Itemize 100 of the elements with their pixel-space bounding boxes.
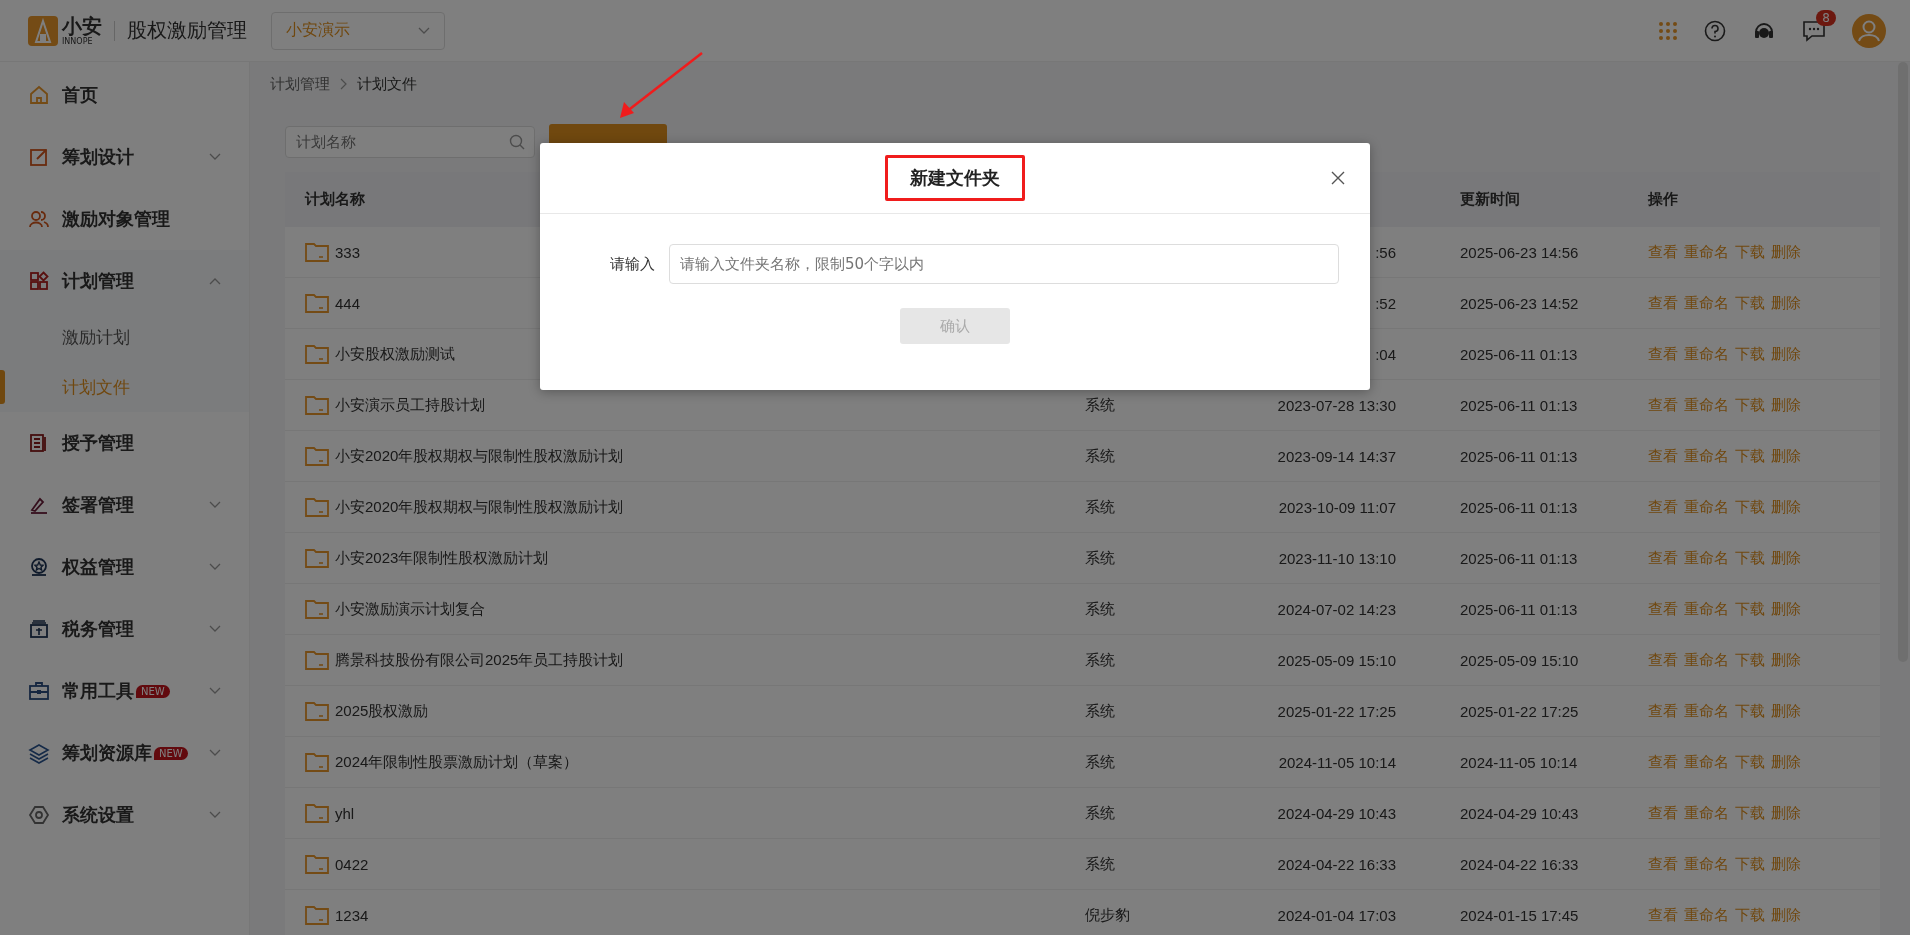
action-link[interactable]: 下载	[1735, 854, 1765, 874]
folder-icon	[305, 701, 329, 721]
breadcrumb-item[interactable]: 计划管理	[270, 74, 330, 94]
sidebar-item[interactable]: 签署管理	[0, 474, 249, 536]
sidebar-icon	[28, 742, 50, 764]
creator-cell: 系统	[1085, 395, 1115, 413]
action-link[interactable]: 重命名	[1684, 446, 1729, 466]
action-link[interactable]: 下载	[1735, 446, 1765, 466]
action-link[interactable]: 删除	[1771, 548, 1801, 568]
action-link[interactable]: 重命名	[1684, 599, 1729, 619]
action-link[interactable]: 查看	[1648, 242, 1678, 262]
sidebar-item[interactable]: 计划管理	[0, 250, 249, 312]
search-field[interactable]: 计划名称	[285, 126, 535, 158]
action-link[interactable]: 重命名	[1684, 497, 1729, 517]
action-link[interactable]: 重命名	[1684, 242, 1729, 262]
action-link[interactable]: 删除	[1771, 395, 1801, 415]
creator-cell: 系统	[1085, 650, 1115, 668]
action-link[interactable]: 删除	[1771, 344, 1801, 364]
action-link[interactable]: 删除	[1771, 905, 1801, 925]
folder-icon	[305, 446, 329, 466]
sidebar-item[interactable]: 首页	[0, 64, 249, 126]
action-link[interactable]: 查看	[1648, 650, 1678, 670]
action-link[interactable]: 删除	[1771, 854, 1801, 874]
action-link[interactable]: 重命名	[1684, 395, 1729, 415]
sidebar-item[interactable]: 税务管理	[0, 598, 249, 660]
action-link[interactable]: 查看	[1648, 446, 1678, 466]
creator-cell: 系统	[1085, 548, 1115, 566]
action-link[interactable]: 下载	[1735, 395, 1765, 415]
action-link[interactable]: 查看	[1648, 803, 1678, 823]
sidebar-item[interactable]: 常用工具 NEW	[0, 660, 249, 722]
sidebar-item[interactable]: 权益管理	[0, 536, 249, 598]
breadcrumb-item: 计划文件	[357, 74, 417, 94]
sidebar-item[interactable]: 筹划设计	[0, 126, 249, 188]
action-link[interactable]: 删除	[1771, 701, 1801, 721]
sidebar-icon	[28, 804, 50, 826]
action-link[interactable]: 查看	[1648, 497, 1678, 517]
action-link[interactable]: 下载	[1735, 650, 1765, 670]
action-link[interactable]: 下载	[1735, 752, 1765, 772]
action-link[interactable]: 重命名	[1684, 548, 1729, 568]
created-time: :52	[1375, 294, 1396, 312]
help-icon[interactable]	[1704, 19, 1726, 42]
action-link[interactable]: 重命名	[1684, 701, 1729, 721]
creator-cell: 系统	[1085, 803, 1115, 821]
action-link[interactable]: 下载	[1735, 497, 1765, 517]
action-link[interactable]: 删除	[1771, 446, 1801, 466]
folder-name-field[interactable]: 请输入文件夹名称，限制50个字以内	[669, 244, 1339, 284]
action-link[interactable]: 查看	[1648, 905, 1678, 925]
action-link[interactable]: 删除	[1771, 242, 1801, 262]
created-time: :04	[1375, 345, 1396, 363]
action-link[interactable]: 重命名	[1684, 293, 1729, 313]
action-link[interactable]: 下载	[1735, 548, 1765, 568]
folder-icon	[305, 548, 329, 568]
action-link[interactable]: 重命名	[1684, 650, 1729, 670]
updated-time: 2025-06-11 01:13	[1460, 345, 1578, 363]
action-link[interactable]: 下载	[1735, 344, 1765, 364]
action-link[interactable]: 删除	[1771, 599, 1801, 619]
action-link[interactable]: 删除	[1771, 650, 1801, 670]
action-link[interactable]: 查看	[1648, 548, 1678, 568]
notification-badge: 8	[1816, 9, 1836, 26]
sidebar-icon	[28, 146, 50, 168]
action-link[interactable]: 删除	[1771, 293, 1801, 313]
action-link[interactable]: 查看	[1648, 752, 1678, 772]
updated-time: 2025-06-11 01:13	[1460, 498, 1578, 516]
action-link[interactable]: 查看	[1648, 293, 1678, 313]
action-link[interactable]: 下载	[1735, 242, 1765, 262]
action-link[interactable]: 重命名	[1684, 803, 1729, 823]
action-link[interactable]: 查看	[1648, 599, 1678, 619]
action-link[interactable]: 查看	[1648, 854, 1678, 874]
action-link[interactable]: 删除	[1771, 497, 1801, 517]
action-link[interactable]: 重命名	[1684, 344, 1729, 364]
action-link[interactable]: 下载	[1735, 803, 1765, 823]
action-link[interactable]: 查看	[1648, 395, 1678, 415]
sidebar-subitem[interactable]: 激励计划	[0, 312, 249, 362]
sidebar-item[interactable]: 授予管理	[0, 412, 249, 474]
action-link[interactable]: 删除	[1771, 752, 1801, 772]
action-link[interactable]: 重命名	[1684, 854, 1729, 874]
logo-text: 小安	[62, 15, 102, 36]
action-link[interactable]: 下载	[1735, 599, 1765, 619]
sidebar-item[interactable]: 系统设置	[0, 784, 249, 846]
created-time: 2023-10-09 11:07	[1278, 498, 1396, 516]
action-link[interactable]: 重命名	[1684, 905, 1729, 925]
action-link[interactable]: 下载	[1735, 701, 1765, 721]
action-link[interactable]: 查看	[1648, 344, 1678, 364]
company-select[interactable]: 小安演示	[271, 11, 445, 50]
dialog-title: 新建文件夹	[885, 155, 1025, 201]
action-link[interactable]: 重命名	[1684, 752, 1729, 772]
created-time: 2023-11-10 13:10	[1278, 549, 1396, 567]
updated-time: 2025-06-11 01:13	[1460, 600, 1578, 618]
action-link[interactable]: 下载	[1735, 905, 1765, 925]
sidebar-item[interactable]: 激励对象管理	[0, 188, 249, 250]
action-link[interactable]: 删除	[1771, 803, 1801, 823]
chevron-right-icon	[340, 78, 347, 90]
plan-name: 小安演示员工持股计划	[335, 395, 485, 415]
sidebar-subitem[interactable]: 计划文件	[0, 362, 249, 412]
folder-icon	[305, 599, 329, 619]
logo-subtitle: INNOPE	[62, 37, 94, 46]
action-link[interactable]: 下载	[1735, 293, 1765, 313]
close-icon[interactable]	[1330, 170, 1346, 186]
action-link[interactable]: 查看	[1648, 701, 1678, 721]
sidebar-item[interactable]: 筹划资源库 NEW	[0, 722, 249, 784]
